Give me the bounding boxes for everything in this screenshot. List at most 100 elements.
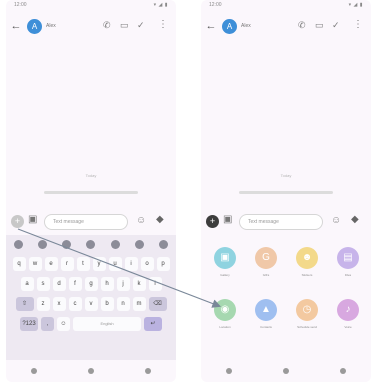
key[interactable]: t — [76, 257, 90, 271]
key[interactable]: o — [140, 257, 154, 271]
status-time: 12:00 — [14, 2, 27, 8]
gallery-icon[interactable]: ▣ — [28, 214, 37, 225]
key[interactable]: n — [116, 297, 130, 311]
shift-key[interactable]: ⇧ — [15, 297, 34, 311]
attach-label: Files — [344, 273, 352, 277]
key[interactable]: j — [116, 277, 130, 291]
time-label: Today — [85, 173, 97, 178]
key[interactable]: i — [124, 257, 138, 271]
back-arrow-icon[interactable]: ← — [10, 20, 22, 32]
key-row-1: q w e r t y u i o p — [6, 257, 176, 273]
message-input-placeholder: Text message — [248, 219, 279, 225]
call-add-icon[interactable]: ✓ — [332, 20, 340, 31]
attach-label: GIFs — [262, 273, 270, 277]
key[interactable]: v — [84, 297, 98, 311]
status-time: 12:00 — [209, 2, 222, 8]
nav-recents-icon[interactable] — [144, 368, 151, 374]
key[interactable]: p — [156, 257, 170, 271]
system-nav-bar — [201, 362, 371, 380]
attach-schedule[interactable]: ◷ Schedule send — [289, 295, 325, 335]
key[interactable]: g — [84, 277, 98, 291]
attach-contacts[interactable]: ▲ Contacts — [248, 295, 284, 335]
key[interactable]: c — [68, 297, 82, 311]
nav-home-icon[interactable] — [87, 368, 94, 374]
attach-plus-icon[interactable]: + — [206, 215, 219, 228]
space-key[interactable]: English — [73, 317, 141, 331]
video-call-icon[interactable]: ▭ — [120, 20, 129, 31]
key[interactable]: r — [60, 257, 74, 271]
key[interactable]: u — [108, 257, 122, 271]
call-add-icon[interactable]: ✓ — [137, 20, 145, 31]
attach-voice[interactable]: ♪ Voice — [330, 295, 366, 335]
status-icons: ▾ ◢ ▮ — [153, 2, 168, 8]
attach-label: Gallery — [220, 273, 230, 277]
gallery-icon[interactable]: ▣ — [223, 214, 232, 225]
key[interactable]: e — [44, 257, 58, 271]
key[interactable]: k — [132, 277, 146, 291]
symbols-key[interactable]: ?123 — [20, 317, 38, 331]
keyboard-tool-icon[interactable] — [135, 239, 145, 249]
attach-location[interactable]: ◉ Location — [207, 295, 243, 335]
key[interactable]: y — [92, 257, 106, 271]
keyboard-tool-icon[interactable] — [110, 239, 120, 249]
status-icons: ▾ ◢ ▮ — [348, 2, 363, 8]
attach-files[interactable]: ▤ Files — [330, 243, 366, 283]
phone-call-icon[interactable]: ✆ — [298, 20, 306, 31]
contact-name[interactable]: Alex — [241, 23, 251, 29]
video-call-icon[interactable]: ▭ — [315, 20, 324, 31]
nav-back-icon[interactable] — [226, 368, 233, 374]
back-arrow-icon[interactable]: ← — [205, 20, 217, 32]
key-row-4: ?123 , ☺ English ↵ — [6, 317, 176, 333]
attach-stickers[interactable]: ☻ Stickers — [289, 243, 325, 283]
more-options-icon[interactable]: ⋮ — [353, 19, 363, 30]
key[interactable]: d — [52, 277, 66, 291]
attach-label: Voice — [344, 325, 352, 329]
mic-icon[interactable]: ◆ — [351, 214, 359, 225]
key-row-2: a s d f g h j k l — [6, 277, 176, 293]
key[interactable]: q — [12, 257, 26, 271]
message-input[interactable]: Text message — [44, 214, 128, 230]
keyboard-tool-icon[interactable] — [86, 239, 96, 249]
emoji-icon[interactable]: ☺ — [331, 215, 341, 226]
keyboard-tool-icon[interactable] — [13, 239, 23, 249]
attach-gif[interactable]: G GIFs — [248, 243, 284, 283]
phone-call-icon[interactable]: ✆ — [103, 20, 111, 31]
keyboard-tool-icon[interactable] — [159, 239, 169, 249]
key[interactable]: b — [100, 297, 114, 311]
attach-gallery[interactable]: ▣ Gallery — [207, 243, 243, 283]
mic-icon[interactable]: ◆ — [156, 214, 164, 225]
more-options-icon[interactable]: ⋮ — [158, 19, 168, 30]
contact-name[interactable]: Alex — [46, 23, 56, 29]
file-icon: ▤ — [337, 247, 359, 269]
backspace-key[interactable]: ⌫ — [148, 297, 167, 311]
compose-bar: + ▣ Text message ☺ ◆ — [201, 210, 371, 234]
key[interactable]: s — [36, 277, 50, 291]
nav-back-icon[interactable] — [31, 368, 38, 374]
location-icon: ◉ — [214, 299, 236, 321]
keyboard-tool-icon[interactable] — [37, 239, 47, 249]
emoji-key[interactable]: ☺ — [57, 317, 70, 331]
keyboard-toolbar — [6, 237, 176, 251]
keyboard: q w e r t y u i o p a s d f g h j k l ⇧ … — [6, 235, 176, 360]
key[interactable]: a — [20, 277, 34, 291]
message-input[interactable]: Text message — [239, 214, 323, 230]
attach-plus-icon[interactable]: + — [11, 215, 24, 228]
schedule-icon: ◷ — [296, 299, 318, 321]
emoji-icon[interactable]: ☺ — [136, 215, 146, 226]
key[interactable]: m — [132, 297, 146, 311]
keyboard-tool-icon[interactable] — [62, 239, 72, 249]
key[interactable]: h — [100, 277, 114, 291]
key[interactable]: f — [68, 277, 82, 291]
enter-key[interactable]: ↵ — [144, 317, 162, 331]
status-bar: 12:00 ▾ ◢ ▮ — [6, 0, 176, 10]
key[interactable]: w — [28, 257, 42, 271]
nav-home-icon[interactable] — [282, 368, 289, 374]
avatar[interactable]: A — [222, 19, 237, 34]
key[interactable]: l — [148, 277, 162, 291]
comma-key[interactable]: , — [41, 317, 54, 331]
nav-recents-icon[interactable] — [339, 368, 346, 374]
avatar[interactable]: A — [27, 19, 42, 34]
compose-bar: + ▣ Text message ☺ ◆ — [6, 210, 176, 234]
key[interactable]: x — [52, 297, 66, 311]
key[interactable]: z — [36, 297, 50, 311]
